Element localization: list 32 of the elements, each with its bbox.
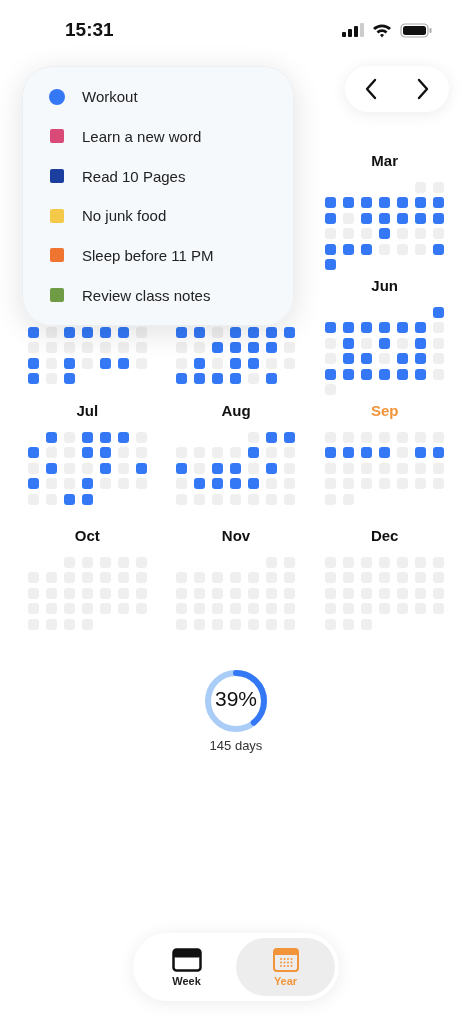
month-label: Jun — [371, 277, 398, 294]
status-time: 15:31 — [65, 19, 114, 41]
month-label: Sep — [370, 402, 399, 419]
calendar-icon — [171, 947, 202, 972]
progress-caption: 145 days — [209, 738, 263, 753]
month-label: Jul — [76, 402, 99, 419]
habit-item[interactable]: Workout — [49, 88, 293, 106]
signal-icon — [342, 23, 364, 37]
month-label: Nov — [221, 527, 251, 544]
month-label: Aug — [221, 402, 251, 419]
month-label: Oct — [74, 527, 100, 544]
habit-name: Workout — [82, 88, 138, 106]
habit-name: Read 10 Pages — [82, 167, 186, 185]
habit-item[interactable]: No junk food — [49, 207, 293, 225]
habit-name: Learn a new word — [82, 128, 202, 145]
month-label: Dec — [370, 527, 399, 544]
calendar-icon — [272, 947, 299, 972]
habit-item[interactable]: Sleep before 11 PM — [49, 246, 293, 264]
month-label: Mar — [371, 152, 398, 169]
habit-item[interactable]: Read 10 Pages — [49, 167, 293, 185]
habit-name: No junk food — [82, 207, 167, 225]
habit-item[interactable]: Learn a new word — [49, 128, 293, 145]
habit-item[interactable]: Review class notes — [49, 286, 293, 304]
wifi-icon — [372, 22, 392, 38]
chevron-left-icon — [364, 78, 378, 100]
habit-name: Review class notes — [82, 286, 211, 304]
progress-ring — [203, 668, 269, 734]
habit-name: Sleep before 11 PM — [82, 246, 214, 264]
tab[interactable]: Week — [137, 938, 236, 996]
progress-percent: 39% — [214, 687, 258, 711]
battery-icon — [400, 22, 432, 38]
chevron-right-icon — [416, 78, 430, 100]
